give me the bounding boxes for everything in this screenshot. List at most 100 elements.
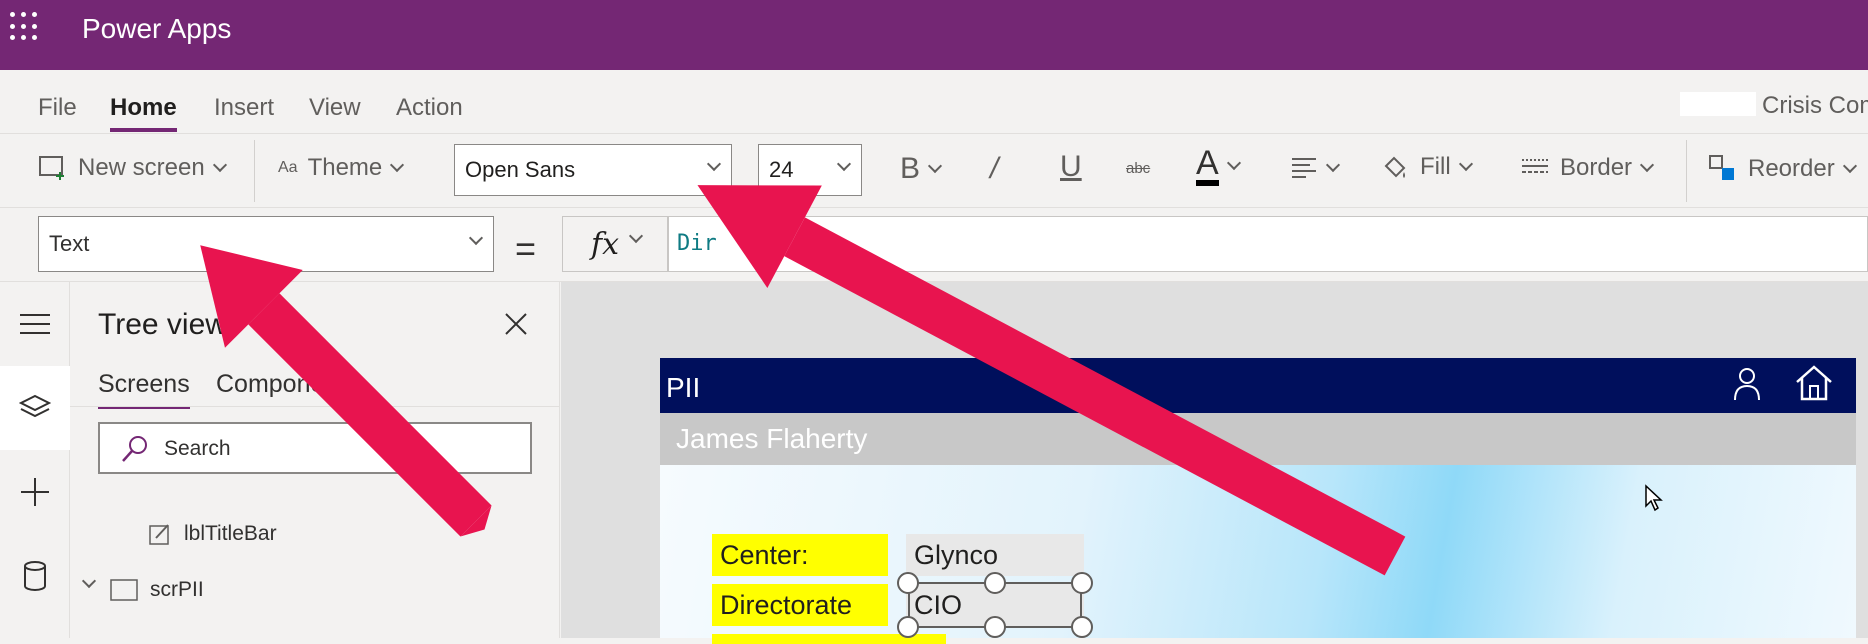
edit-label-icon [149,524,169,545]
chevron-down-icon [212,157,227,173]
strikethrough-button[interactable]: abc [1126,160,1150,177]
theme-button[interactable]: Aa Theme [278,154,405,182]
underline-button[interactable]: U [1060,150,1082,184]
fx-icon: fx [591,227,620,262]
bold-icon: B [900,152,921,185]
theme-label: Theme [307,154,383,181]
center-value[interactable]: Glynco [906,534,1084,576]
app-title: Power Apps [82,13,232,44]
person-icon[interactable] [1732,366,1762,402]
new-screen-label: New screen [78,154,205,181]
resize-handle[interactable] [984,572,1006,594]
menu-insert[interactable]: Insert [214,94,274,122]
app-header-title: PII [666,372,701,403]
resize-handle[interactable] [1071,616,1093,638]
menu-file[interactable]: File [38,94,77,122]
chevron-down-icon [1226,155,1241,171]
property-select[interactable]: Text [38,216,494,272]
title-bar: Power Apps [0,0,1868,70]
hamburger-icon [20,314,50,334]
border-icon [1522,159,1548,173]
fx-button[interactable]: fx [562,216,668,272]
formula-input[interactable]: Dir [668,216,1868,272]
resize-handle[interactable] [897,616,919,638]
border-label: Border [1560,154,1633,181]
app-launcher-icon[interactable] [10,12,40,42]
ribbon-separator [1686,140,1687,202]
tree-view-title: Tree view [98,308,227,341]
menu-home[interactable]: Home [110,94,177,132]
align-icon [1292,158,1316,178]
database-icon [24,561,46,591]
font-color-icon: A [1196,146,1219,186]
theme-icon: Aa [278,159,298,176]
font-color-button[interactable]: A [1196,146,1241,186]
tab-divider [70,406,560,407]
home-icon[interactable] [1794,364,1834,402]
menu-view[interactable]: View [309,94,361,122]
tree-node-label: scrPII [150,578,204,601]
tree-view-rail-button[interactable] [0,366,70,450]
chevron-down-icon [706,156,722,172]
bold-button[interactable]: B [900,152,943,186]
property-value: Text [49,231,90,256]
reorder-label: Reorder [1748,155,1835,182]
align-button[interactable] [1290,156,1341,180]
underline-icon: U [1060,150,1082,183]
user-name: James Flaherty [676,423,868,454]
insert-rail-button[interactable] [0,450,70,534]
chevron-down-icon [1325,157,1341,173]
center-label[interactable]: Center: [712,534,888,576]
directorate-label[interactable]: Directorate [712,584,888,626]
app-name[interactable]: Crisis Com [1762,92,1868,120]
tab-components[interactable]: Components [216,370,358,399]
screen-icon [110,579,138,601]
font-size-value: 24 [769,157,794,182]
tree-node-label: lblTitleBar [184,522,277,545]
sub-header: James Flaherty [660,413,1856,465]
chevron-down-icon [836,156,852,172]
plus-icon [21,478,49,506]
italic-button[interactable]: / [990,152,998,186]
tree-search-input[interactable]: Search [98,422,532,474]
resize-handle[interactable] [984,616,1006,638]
ribbon-separator [254,140,255,202]
resize-handle[interactable] [1071,572,1093,594]
mouse-cursor-icon [1645,484,1663,512]
chevron-down-icon [390,157,405,173]
hamburger-menu[interactable] [0,282,70,366]
chevron-down-icon [468,230,484,246]
fill-button[interactable]: Fill [1380,152,1473,182]
menu-bar [0,70,1868,134]
search-placeholder: Search [164,437,231,460]
app-name-field[interactable] [1680,92,1756,116]
fill-label: Fill [1420,153,1451,180]
font-size-select[interactable]: 24 [758,144,862,196]
left-rail [0,282,70,638]
new-screen-icon [39,156,64,180]
reorder-button[interactable]: Reorder [1708,154,1857,184]
chevron-down-icon [628,228,644,244]
border-button[interactable]: Border [1520,154,1655,182]
close-icon[interactable] [500,308,532,340]
tab-screens[interactable]: Screens [98,370,190,409]
chevron-down-icon [1458,156,1473,172]
menu-action[interactable]: Action [396,94,463,122]
search-icon [122,436,147,462]
fill-icon [1384,156,1406,178]
reorder-icon [1709,155,1734,180]
italic-icon: / [990,152,999,185]
layers-icon [19,394,51,418]
strikethrough-icon: abc [1126,160,1151,177]
chevron-down-icon [1842,158,1857,174]
font-value: Open Sans [465,157,576,182]
equals-sign: = [515,228,537,269]
app-header-bar [660,358,1856,413]
font-select[interactable]: Open Sans [454,144,732,196]
data-rail-button[interactable] [0,534,70,618]
new-screen-button[interactable]: New screen [38,154,227,182]
formula-text: Dir [677,231,717,256]
chevron-down-icon [927,158,943,174]
resize-handle[interactable] [897,572,919,594]
chevron-down-icon [1639,157,1655,173]
